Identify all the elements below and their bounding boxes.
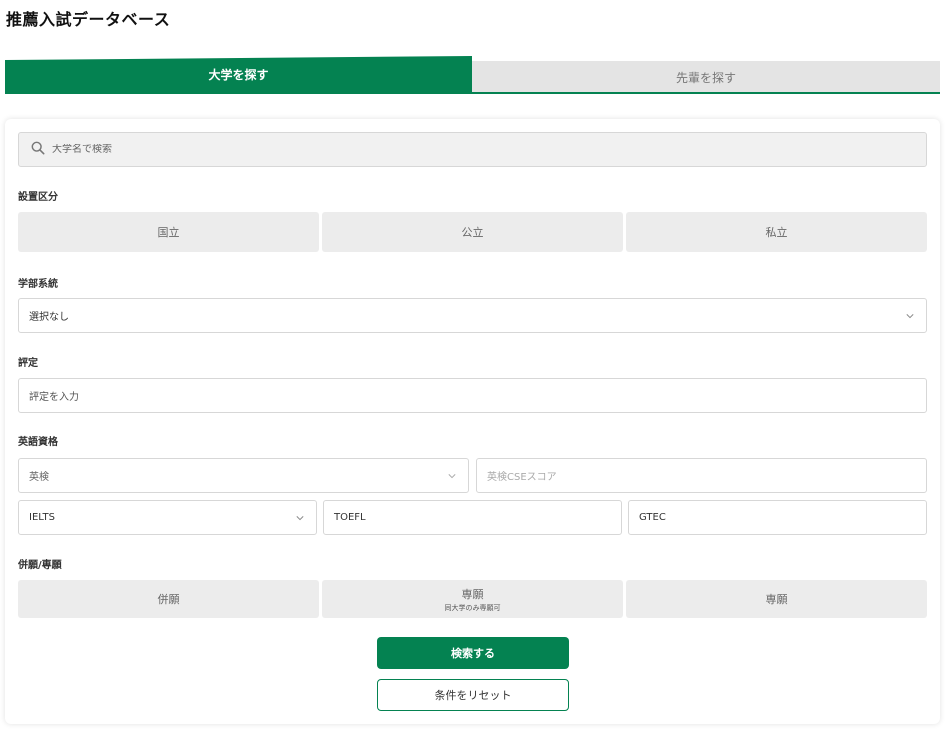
establishment-private-button[interactable]: 私立	[626, 212, 927, 252]
application-type-label: 併願/専願	[18, 560, 62, 571]
gtec-input[interactable]: GTEC	[628, 500, 927, 535]
faculty-select-value: 選択なし	[29, 312, 69, 323]
grade-input-placeholder: 評定を入力	[29, 392, 79, 403]
search-icon	[31, 140, 52, 159]
faculty-select[interactable]: 選択なし	[18, 298, 927, 333]
segment-label: 私立	[765, 226, 788, 239]
grade-label: 評定	[18, 358, 38, 369]
search-form-card: 設置区分 国立 公立 私立 学部系統 選択なし 評定 評定を入力 英語資格 英検…	[5, 119, 940, 724]
chevron-down-icon	[906, 314, 914, 319]
faculty-label: 学部系統	[18, 279, 58, 290]
segment-label: 専願	[765, 593, 788, 606]
chevron-down-icon	[448, 474, 456, 479]
application-sengan-button[interactable]: 専願	[626, 580, 927, 618]
tab-find-university[interactable]: 大学を探す	[5, 56, 472, 93]
toefl-input-value: TOEFL	[334, 512, 366, 523]
chevron-down-icon	[296, 516, 304, 521]
segment-label: 併願	[157, 593, 180, 606]
ielts-select-value: IELTS	[29, 512, 55, 523]
establishment-label: 設置区分	[18, 192, 58, 203]
establishment-national-button[interactable]: 国立	[18, 212, 319, 252]
english-label: 英語資格	[18, 437, 58, 448]
segment-sublabel: 同大学のみ専願可	[444, 603, 501, 612]
eiken-select[interactable]: 英検	[18, 458, 469, 493]
segment-label: 公立	[461, 226, 484, 239]
application-sengan-same-button[interactable]: 専願 同大学のみ専願可	[322, 580, 623, 618]
search-input[interactable]	[52, 144, 452, 155]
eiken-score-input[interactable]: 英検CSEスコア	[476, 458, 927, 493]
segment-label: 専願	[461, 587, 484, 601]
eiken-select-value: 英検	[29, 472, 49, 483]
segment-label: 国立	[157, 226, 180, 239]
toefl-input[interactable]: TOEFL	[323, 500, 622, 535]
gtec-input-value: GTEC	[639, 512, 666, 523]
tab-find-senior[interactable]: 先輩を探す	[472, 61, 940, 93]
reset-button[interactable]: 条件をリセット	[377, 679, 569, 711]
application-heigan-button[interactable]: 併願	[18, 580, 319, 618]
page-title: 推薦入試データベース	[6, 10, 171, 29]
eiken-score-placeholder: 英検CSEスコア	[487, 472, 557, 483]
establishment-public-button[interactable]: 公立	[322, 212, 623, 252]
ielts-select[interactable]: IELTS	[18, 500, 317, 535]
tab-bar: 大学を探す 先輩を探す	[5, 56, 940, 94]
tab-underline	[5, 92, 940, 94]
search-button[interactable]: 検索する	[377, 637, 569, 669]
grade-input[interactable]: 評定を入力	[18, 378, 927, 413]
university-search-box[interactable]	[18, 132, 927, 167]
